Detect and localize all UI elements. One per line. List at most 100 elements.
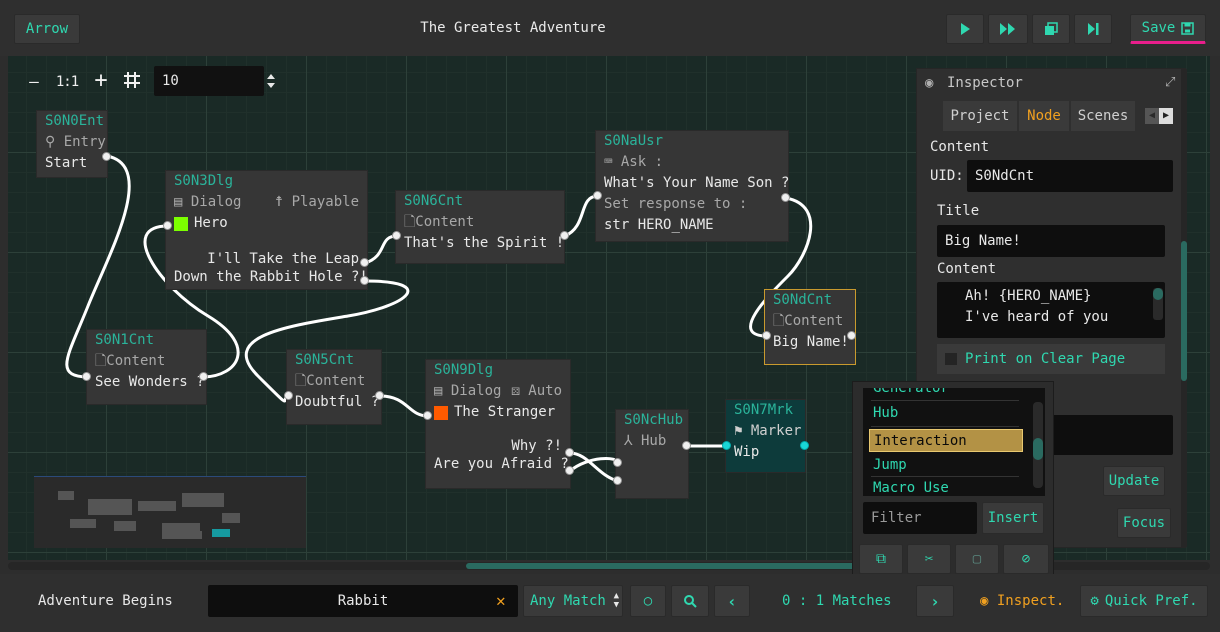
title-field[interactable]: Big Name! [937, 225, 1165, 257]
output-port[interactable] [682, 441, 691, 450]
previous-match-button[interactable]: ‹ [714, 585, 750, 617]
focus-button[interactable]: Focus [1117, 508, 1171, 538]
grid-size-spinner[interactable] [266, 72, 276, 90]
document-icon: 🗋 [295, 373, 307, 389]
node-type: 🗋Content [404, 214, 475, 230]
minimap[interactable] [34, 476, 306, 548]
print-checkbox[interactable] [945, 353, 957, 365]
dialog-line: Why ?! [511, 438, 562, 454]
scissors-icon: ✂ [924, 551, 934, 567]
node-type: ⌨ Ask : [604, 154, 664, 170]
node-type: ▤ Dialog [174, 194, 242, 210]
input-port[interactable] [163, 221, 172, 230]
output-port[interactable] [847, 331, 856, 340]
list-item-hub[interactable]: Hub [873, 402, 898, 424]
expand-icon[interactable]: ⤢ [1165, 75, 1175, 90]
tab-scroll-right[interactable]: ▶ [1159, 108, 1173, 124]
inspector-scrollbar[interactable] [1181, 69, 1187, 547]
list-scrollbar[interactable] [1033, 402, 1043, 488]
list-item-macro-use[interactable]: Macro Use [873, 477, 949, 496]
input-port[interactable] [423, 411, 432, 420]
output-port[interactable] [199, 372, 208, 381]
node-dialog-hero[interactable]: S0N3Dlg ▤ Dialog ☨ Playable Hero I'll Ta… [165, 170, 368, 290]
grid-snap-icon [124, 72, 140, 88]
input-port[interactable] [613, 458, 622, 467]
document-icon: 🗋 [773, 313, 785, 329]
play-window-button[interactable] [1032, 14, 1070, 44]
node-type: 🗋Content [773, 313, 844, 329]
output-port[interactable] [375, 391, 384, 400]
save-button[interactable]: Save [1130, 14, 1206, 44]
list-item-jump[interactable]: Jump [873, 454, 907, 476]
play-button[interactable] [946, 14, 984, 44]
node-content-doubtful[interactable]: S0N5Cnt 🗋Content Doubtful ? [286, 349, 382, 425]
search-button[interactable] [671, 585, 709, 617]
node-text: Doubtful ? [295, 394, 380, 410]
output-port[interactable] [781, 193, 790, 202]
node-content-spirit[interactable]: S0N6Cnt 🗋Content That's the Spirit ! [395, 190, 565, 264]
output-port[interactable] [565, 448, 574, 457]
update-button[interactable]: Update [1103, 466, 1165, 496]
node-entry[interactable]: S0N0Ent ⚲ Entry Start [36, 110, 108, 178]
duplicate-button[interactable]: ⧉ [859, 544, 903, 574]
zoom-reset-button[interactable]: 1:1 [54, 70, 80, 94]
clear-button[interactable]: ⊘ [1003, 544, 1049, 574]
node-dialog-stranger[interactable]: S0N9Dlg ▤ Dialog ⚄ Auto The Stranger Why… [425, 359, 571, 489]
search-icon [684, 595, 697, 608]
regex-toggle-button[interactable]: ○ [630, 585, 666, 617]
input-port[interactable] [392, 231, 401, 240]
quick-preferences-button[interactable]: ⚙ Quick Pref. [1080, 585, 1208, 617]
dialog-line: Are you Afraid ? [434, 456, 569, 472]
output-port[interactable] [565, 466, 574, 475]
output-port[interactable] [800, 441, 809, 450]
list-item[interactable]: Generator [873, 388, 949, 396]
output-port[interactable] [360, 276, 369, 285]
paste-button[interactable]: ▢ [955, 544, 999, 574]
node-hub[interactable]: S0NcHub ⅄ Hub [615, 409, 689, 499]
grid-snap-button[interactable] [122, 70, 146, 94]
zoom-in-button[interactable]: + [88, 68, 114, 94]
node-marker[interactable]: S0N7Mrk ⚑ Marker Wip [725, 399, 806, 473]
node-user-input[interactable]: S0NaUsr ⌨ Ask : What's Your Name Son ? S… [595, 130, 789, 242]
input-port[interactable] [722, 441, 731, 450]
input-port[interactable] [762, 331, 771, 340]
content-textarea[interactable]: Ah! {HERO_NAME} I've heard of you [937, 282, 1165, 338]
step-forward-icon [1088, 23, 1099, 35]
input-port[interactable] [284, 391, 293, 400]
tab-node[interactable]: Node [1019, 101, 1069, 131]
output-port[interactable] [560, 231, 569, 240]
output-port[interactable] [102, 152, 111, 161]
node-type: ⚑ Marker [734, 423, 802, 439]
tab-scroll-left[interactable]: ◀ [1145, 108, 1159, 124]
output-port[interactable] [360, 258, 369, 267]
grid-size-input[interactable]: 10 [154, 66, 264, 96]
step-button[interactable] [1074, 14, 1112, 44]
tab-scenes[interactable]: Scenes [1071, 101, 1135, 131]
filter-input[interactable]: Filter [863, 502, 977, 534]
zoom-out-button[interactable]: — [22, 70, 46, 94]
clear-search-icon[interactable]: ✕ [496, 591, 506, 610]
textarea-scrollbar[interactable] [1153, 288, 1163, 320]
inspector-toggle[interactable]: ◉ Inspect. [980, 593, 1064, 609]
next-match-button[interactable]: › [916, 585, 954, 617]
arrow-button[interactable]: Arrow [14, 14, 80, 44]
extra-field[interactable] [1047, 415, 1173, 455]
canvas-scrollbar-thumb[interactable] [466, 563, 866, 569]
input-port[interactable] [593, 191, 602, 200]
dialog-icon: ▤ [434, 383, 443, 399]
uid-field[interactable]: S0NdCnt [967, 160, 1173, 192]
cut-button[interactable]: ✂ [907, 544, 951, 574]
match-mode-select[interactable]: Any Match ▲ ▼ [523, 585, 623, 617]
insert-button[interactable]: Insert [982, 502, 1044, 534]
print-clear-page-option[interactable]: Print on Clear Page [937, 344, 1165, 374]
play-fast-button[interactable] [988, 14, 1028, 44]
node-content-bigname[interactable]: S0NdCnt 🗋Content Big Name! [764, 289, 856, 365]
search-input[interactable]: Rabbit ✕ [208, 585, 518, 617]
list-item-interaction[interactable]: Interaction [869, 429, 1023, 452]
tab-project[interactable]: Project [943, 101, 1017, 131]
node-type-list[interactable]: Generator Hub Interaction Jump Macro Use [863, 388, 1045, 496]
input-port[interactable] [613, 476, 622, 485]
input-port[interactable] [82, 372, 91, 381]
node-id: S0NaUsr [604, 133, 664, 149]
node-content-wonders[interactable]: S0N1Cnt 🗋Content See Wonders ? [86, 329, 207, 405]
